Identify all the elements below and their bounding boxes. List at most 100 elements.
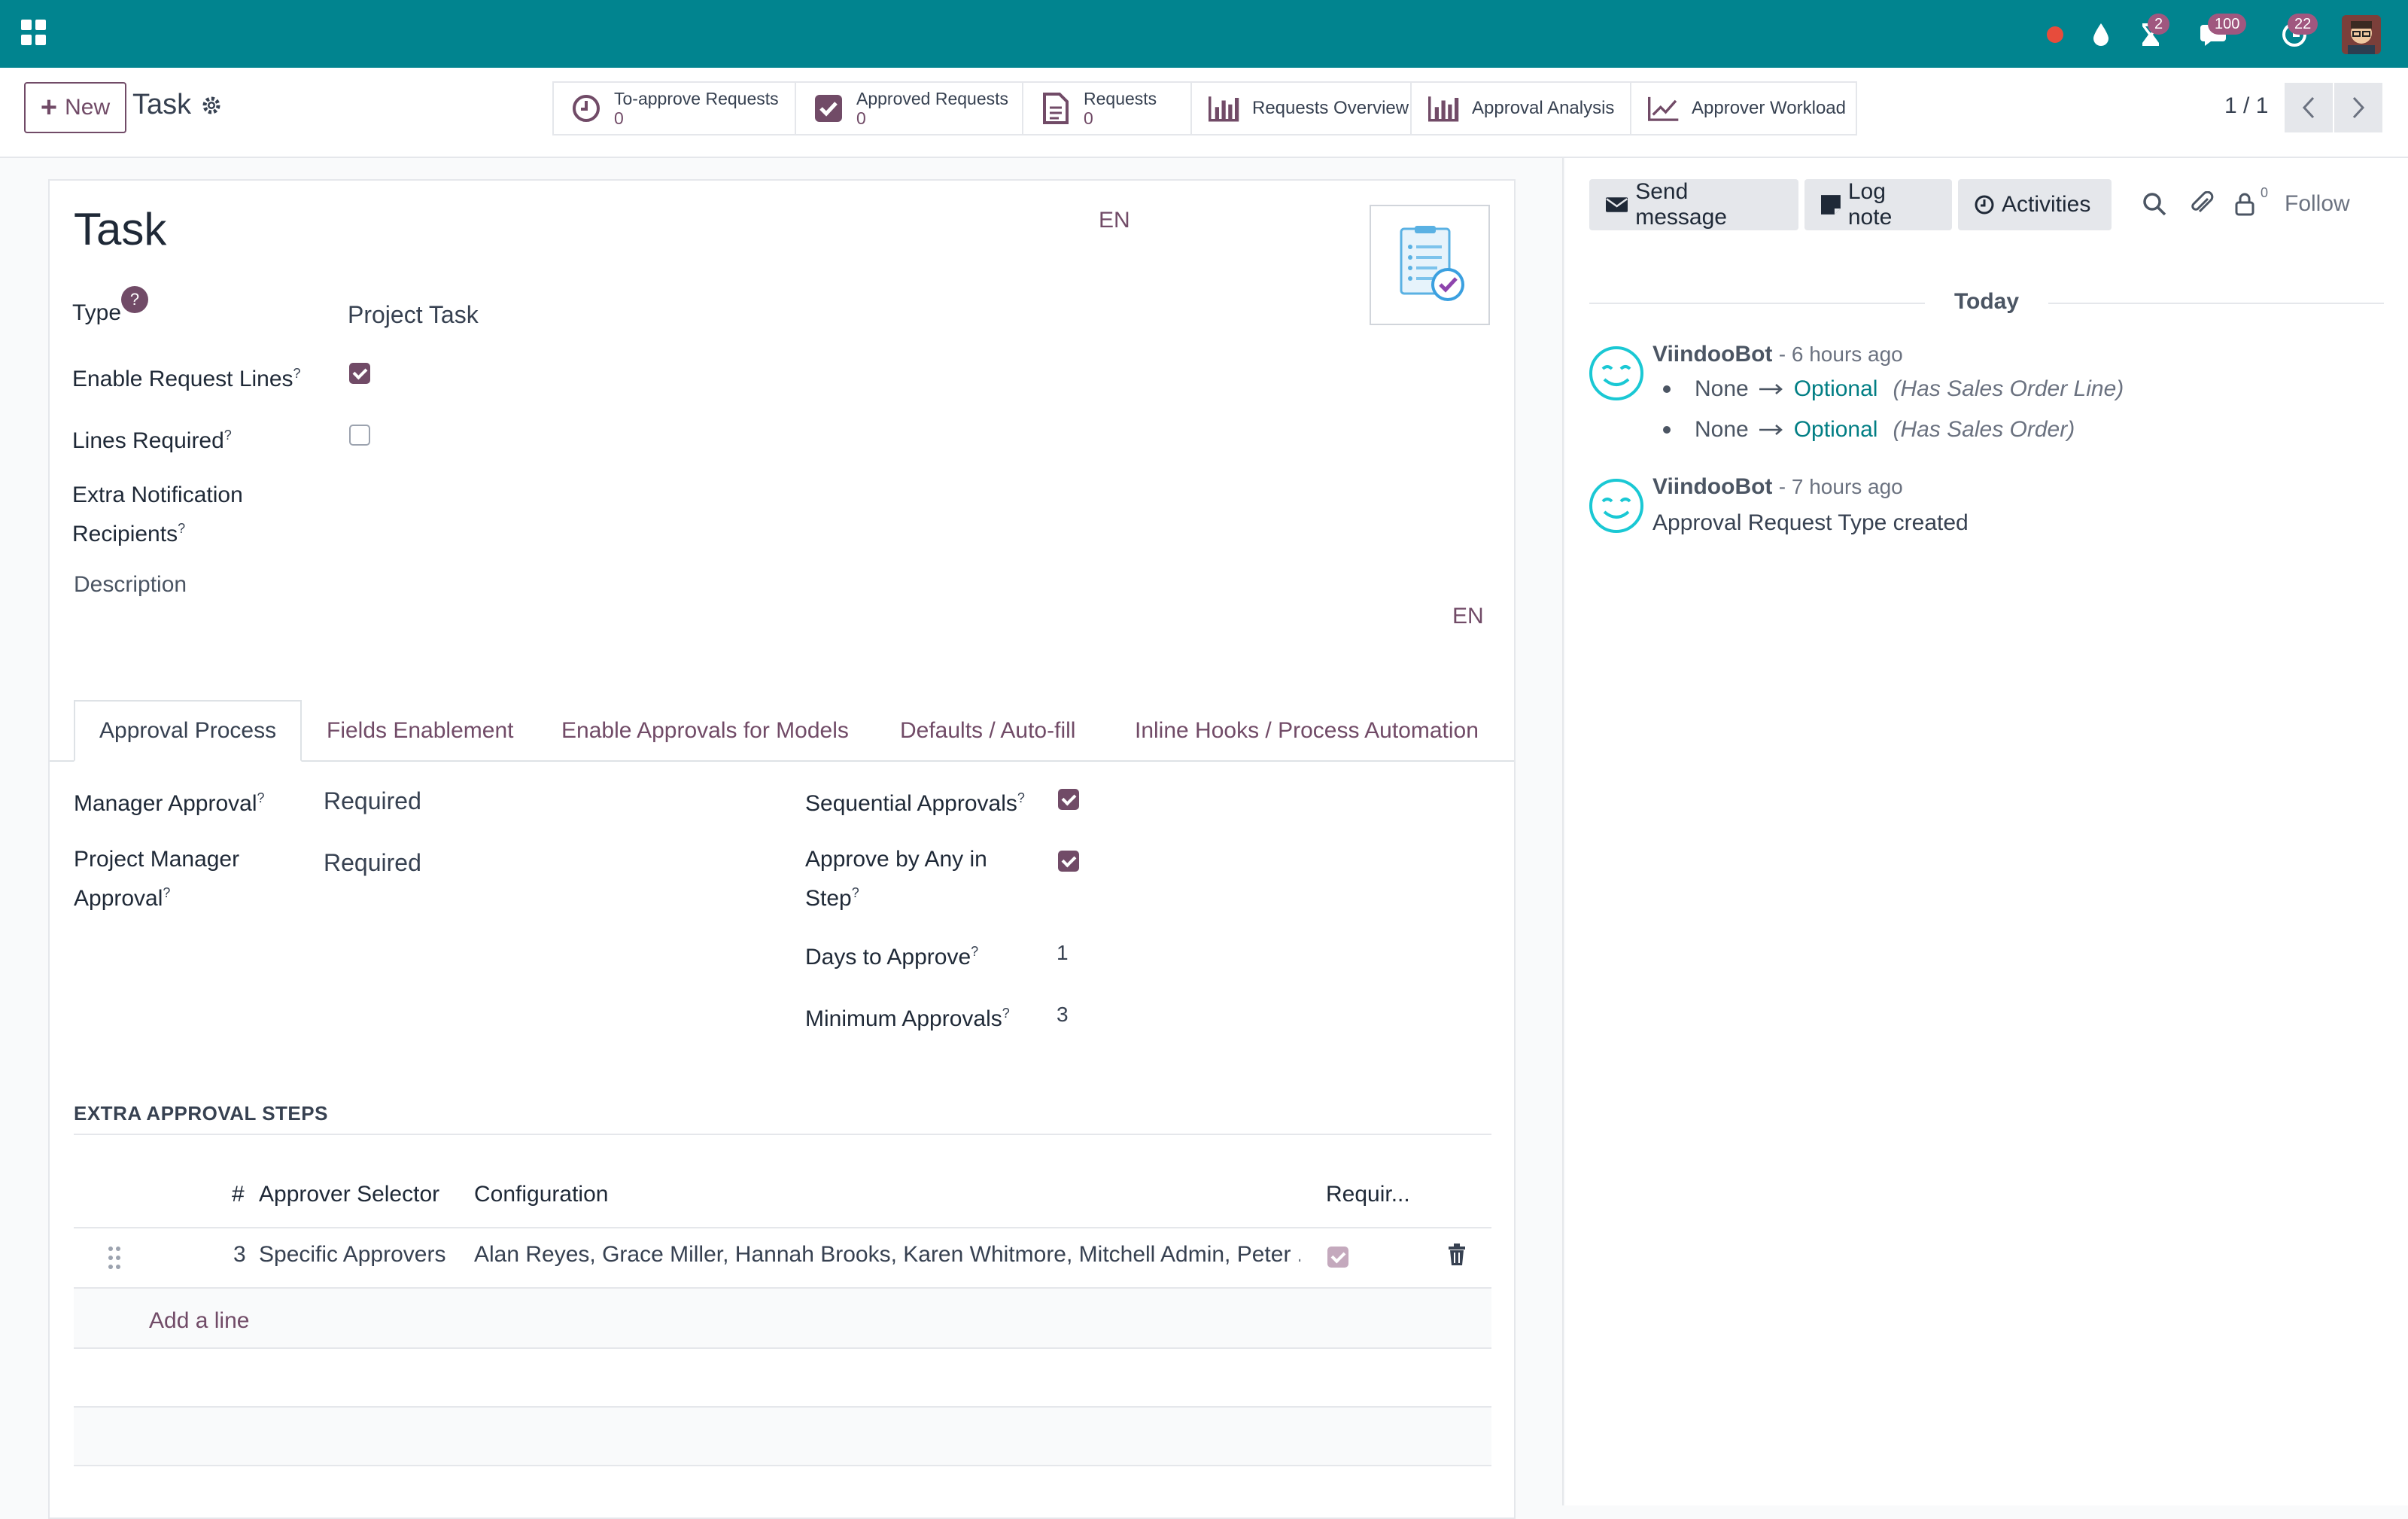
gear-icon[interactable] (202, 96, 221, 115)
tracking-field-name: (Has Sales Order Line) (1893, 376, 2124, 401)
help-icon[interactable]: ? (1002, 1006, 1010, 1021)
column-approver-selector[interactable]: Approver Selector (259, 1182, 439, 1207)
activity-hourglass-icon[interactable]: 2 (2128, 14, 2173, 56)
sequential-approvals-checkbox[interactable] (1058, 789, 1079, 810)
tab-approval-process[interactable]: Approval Process (74, 700, 303, 762)
user-avatar[interactable] (2342, 15, 2381, 54)
log-note-button[interactable]: Log note (1804, 179, 1952, 230)
column-required[interactable]: Requir... (1326, 1182, 1410, 1207)
new-button[interactable]: + New (24, 82, 126, 133)
author-name[interactable]: ViindooBot (1652, 342, 1772, 367)
messages-icon[interactable]: 100 (2188, 14, 2247, 56)
help-icon[interactable]: ? (178, 521, 185, 536)
extra-recipients-line1: Extra Notification (72, 482, 243, 507)
requests-button[interactable]: Requests 0 (1022, 81, 1192, 135)
drop-icon[interactable] (2086, 14, 2116, 56)
minimum-approvals-value[interactable]: 3 (1057, 1003, 1069, 1027)
bot-avatar-icon[interactable] (1588, 477, 1645, 534)
message-date: - 7 hours ago (1778, 475, 1903, 498)
extra-approval-steps-title: EXTRA APPROVAL STEPS (74, 1102, 328, 1125)
approved-requests-button[interactable]: Approved Requests 0 (795, 81, 1023, 135)
date-separator-line (2048, 303, 2384, 304)
help-icon[interactable]: ? (971, 944, 978, 959)
activities-button[interactable]: Activities (1958, 179, 2112, 230)
message-author[interactable]: ViindooBot - 7 hours ago (1652, 474, 1903, 500)
requests-overview-button[interactable]: Requests Overview (1190, 81, 1412, 135)
breadcrumb-current: Task (132, 89, 192, 120)
help-icon[interactable]: ? (1017, 790, 1025, 805)
clock-icon[interactable]: 22 (2268, 14, 2321, 56)
trash-icon[interactable] (1448, 1244, 1466, 1266)
lines-required-checkbox[interactable] (349, 425, 370, 446)
title-language-button[interactable]: EN (1099, 208, 1130, 233)
pager-value[interactable]: 1 / 1 (2224, 93, 2268, 119)
tab-enable-approvals-for-models[interactable]: Enable Approvals for Models (561, 700, 849, 762)
minimum-approvals-label: Minimum Approvals? (805, 997, 1010, 1036)
to-approve-count: 0 (614, 108, 624, 128)
activity-badge: 2 (2148, 14, 2170, 35)
tracking-value: None Optional (Has Sales Order Line) (1663, 376, 2124, 402)
tracking-old-value: None (1695, 376, 1749, 401)
apps-menu-icon[interactable] (21, 20, 47, 45)
manager-approval-value[interactable]: Required (324, 787, 421, 815)
send-message-button[interactable]: Send message (1589, 179, 1798, 230)
author-name[interactable]: ViindooBot (1652, 474, 1772, 499)
tab-fields-enablement[interactable]: Fields Enablement (327, 700, 513, 762)
help-icon[interactable]: ? (224, 428, 232, 443)
column-configuration[interactable]: Configuration (474, 1182, 608, 1207)
paperclip-icon[interactable] (2190, 191, 2215, 217)
row-approver-selector[interactable]: Specific Approvers (259, 1242, 445, 1268)
approver-workload-label: Approver Workload (1692, 98, 1846, 118)
description-field[interactable]: Description (74, 572, 187, 598)
approve-by-any-checkbox[interactable] (1058, 851, 1079, 872)
help-icon[interactable]: ? (293, 366, 301, 381)
search-icon[interactable] (2142, 191, 2167, 217)
to-approve-label: To-approve Requests (614, 88, 779, 108)
recording-indicator-icon[interactable] (2044, 14, 2066, 56)
enable-request-lines-text: Enable Request Lines (72, 367, 293, 391)
lines-required-label: Lines Required? (72, 419, 232, 458)
approval-analysis-button[interactable]: Approval Analysis (1410, 81, 1631, 135)
add-a-line-link[interactable]: Add a line (149, 1308, 249, 1334)
help-icon[interactable]: ? (257, 790, 265, 805)
row-configuration[interactable]: Alan Reyes, Grace Miller, Hannah Brooks,… (474, 1242, 1300, 1268)
record-title[interactable]: Task (74, 203, 166, 255)
form-view: Task EN Type? Project Task Enable Reques… (0, 158, 1564, 1519)
drag-handle-icon[interactable] (108, 1247, 125, 1271)
approval-analysis-label: Approval Analysis (1472, 98, 1615, 118)
help-icon[interactable]: ? (163, 885, 170, 900)
tab-defaults-autofill[interactable]: Defaults / Auto-fill (900, 700, 1075, 762)
checkbox-check-icon (813, 93, 844, 124)
enable-request-lines-checkbox[interactable] (349, 363, 370, 384)
empty-table-row (74, 1408, 1491, 1466)
to-approve-requests-button[interactable]: To-approve Requests 0 (552, 81, 796, 135)
project-manager-approval-value[interactable]: Required (324, 849, 421, 877)
pager-previous-button[interactable] (2285, 83, 2333, 132)
approved-count: 0 (856, 108, 866, 128)
tracking-field-name: (Has Sales Order) (1893, 417, 2075, 442)
approver-workload-button[interactable]: Approver Workload (1630, 81, 1857, 135)
record-image[interactable] (1370, 205, 1490, 325)
description-language-button[interactable]: EN (1452, 604, 1484, 629)
column-sequence[interactable]: # (232, 1182, 245, 1207)
approve-by-any-label: Approve by Any in Step? (805, 843, 987, 915)
tab-inline-hooks[interactable]: Inline Hooks / Process Automation (1135, 700, 1479, 762)
minimum-approvals-text: Minimum Approvals (805, 1006, 1002, 1031)
pager-next-button[interactable] (2334, 83, 2382, 132)
message-author[interactable]: ViindooBot - 6 hours ago (1652, 342, 1903, 367)
row-sequence[interactable]: 3 (233, 1242, 246, 1268)
arrow-right-icon (1759, 384, 1783, 394)
days-to-approve-text: Days to Approve (805, 945, 971, 970)
requests-label: Requests (1084, 88, 1157, 108)
help-icon[interactable]: ? (852, 885, 859, 900)
help-tooltip-icon[interactable]: ? (121, 286, 149, 313)
clock-badge: 22 (2288, 14, 2318, 35)
follow-button[interactable]: Follow (2285, 191, 2350, 217)
followers-lock-icon[interactable] (2232, 191, 2258, 217)
bar-chart-icon (1428, 93, 1460, 124)
message-date: - 6 hours ago (1778, 342, 1903, 366)
bot-avatar-icon[interactable] (1588, 345, 1645, 402)
days-to-approve-value[interactable]: 1 (1057, 941, 1069, 965)
type-value[interactable]: Project Task (348, 301, 479, 329)
bullet (1663, 426, 1671, 434)
